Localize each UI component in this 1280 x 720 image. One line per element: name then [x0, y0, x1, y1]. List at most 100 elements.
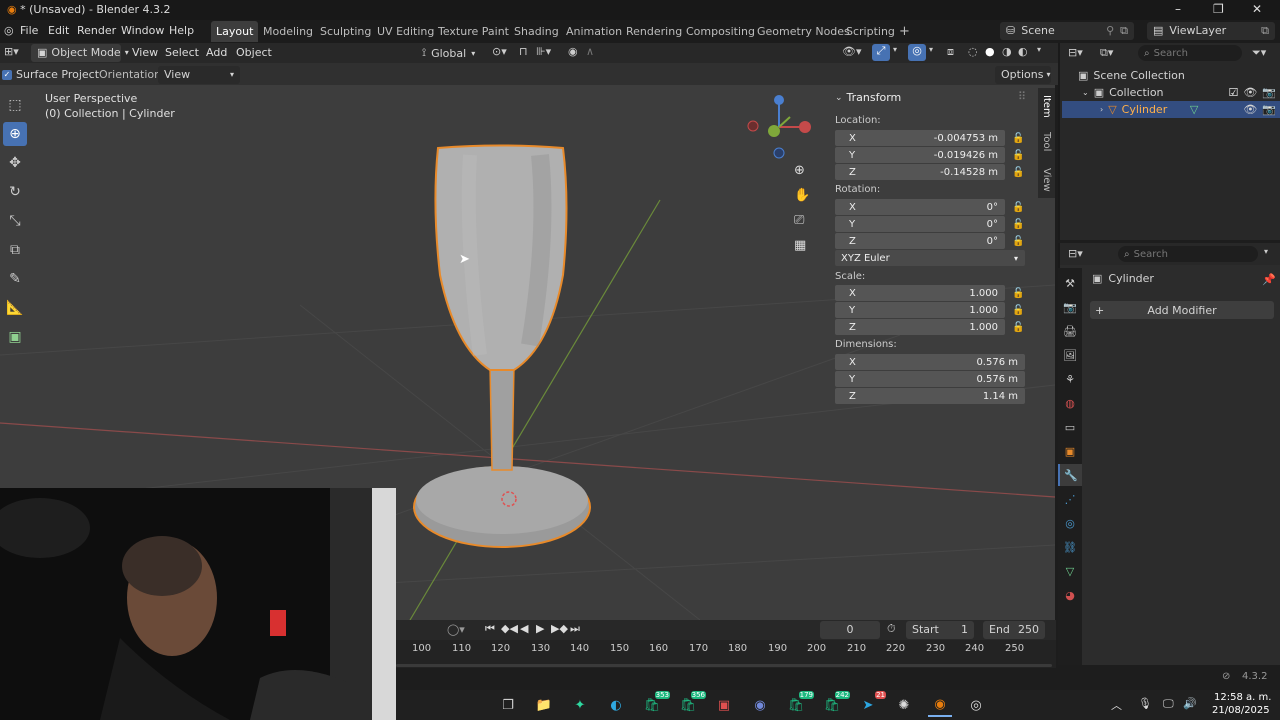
lock-icon[interactable]: 🔓 — [1012, 133, 1024, 144]
tree-item-cylinder[interactable]: › ▽ Cylinder ▽ 👁 📷 — [1062, 101, 1280, 118]
pin-icon[interactable]: 📌 — [1262, 273, 1276, 286]
properties-editor-icon[interactable]: ⊟▾ — [1068, 247, 1083, 260]
visibility-icon[interactable]: 👁▾ — [842, 45, 862, 58]
tab-compositing[interactable]: Compositing — [681, 21, 760, 42]
camera-icon[interactable]: 📷 — [1262, 103, 1280, 116]
chevron-up-icon[interactable]: ︿ — [1111, 697, 1122, 713]
falloff-icon[interactable]: ∧ — [586, 45, 594, 58]
maximize-button[interactable]: ❐ — [1213, 2, 1224, 16]
chevron-down-icon[interactable]: ▾ — [929, 45, 933, 54]
checkbox-checked-icon[interactable]: ☑ — [1228, 86, 1238, 99]
constraints-tab-icon[interactable]: ⛓ — [1058, 536, 1082, 558]
app-icon[interactable]: ◎ — [964, 693, 988, 717]
end-frame-field[interactable]: End 250 — [983, 621, 1045, 639]
tree-item-scene-collection[interactable]: ▣ Scene Collection — [1062, 67, 1280, 84]
scale-tool-icon[interactable]: ⤡ — [3, 209, 27, 233]
pan-hand-icon[interactable]: ✋ — [794, 188, 810, 203]
view-layer-tab-icon[interactable]: 🖼 — [1058, 344, 1082, 366]
tab-uv-editing[interactable]: UV Editing — [372, 21, 439, 42]
add-modifier-button[interactable]: + Add Modifier — [1090, 301, 1274, 319]
file-explorer-icon[interactable]: 📁 — [532, 693, 556, 717]
lock-icon[interactable]: 🔓 — [1012, 236, 1024, 247]
tab-animation[interactable]: Animation — [561, 21, 627, 42]
scene-tab-icon[interactable]: ⚘ — [1058, 368, 1082, 390]
menu-object[interactable]: Object — [236, 46, 272, 59]
store-icon[interactable]: 🛍 242 — [820, 691, 850, 717]
output-tab-icon[interactable]: 🖨 — [1058, 320, 1082, 342]
outliner-editor-icon[interactable]: ⊟▾ — [1068, 46, 1083, 59]
menu-view[interactable]: View — [132, 46, 158, 59]
tab-rendering[interactable]: Rendering — [621, 21, 687, 42]
microphone-icon[interactable]: 🎙 — [1138, 697, 1152, 710]
tab-shading[interactable]: Shading — [509, 21, 564, 42]
menu-select[interactable]: Select — [165, 46, 199, 59]
snap-target-icon[interactable]: ⊪▾ — [536, 45, 551, 58]
blender-taskbar-icon[interactable]: ◉ — [928, 693, 952, 717]
taskbar-date[interactable]: 21/08/2025 — [1212, 705, 1270, 716]
transform-panel-header[interactable]: ⌄ Transform — [835, 91, 901, 104]
rotation-mode-dropdown[interactable]: XYZ Euler ▾ — [835, 250, 1025, 266]
annotate-tool-icon[interactable]: ✎ — [3, 267, 27, 291]
tab-tool[interactable]: Tool — [1041, 132, 1052, 151]
app-icon[interactable]: ▣ — [712, 693, 736, 717]
eye-icon[interactable]: 👁 — [1243, 103, 1257, 116]
minimize-button[interactable]: – — [1175, 2, 1181, 16]
solid-shading-icon[interactable]: ● — [985, 45, 995, 58]
store-icon[interactable]: 🛍 356 — [676, 691, 706, 717]
scale-z-field[interactable]: Z 1.000 — [835, 319, 1005, 335]
tree-item-collection[interactable]: ⌄ ▣ Collection ☑ 👁 📷 — [1062, 84, 1280, 101]
scene-selector[interactable]: ⛁ Scene ⚲ ⧉ — [1000, 22, 1134, 40]
wireframe-shading-icon[interactable]: ◌ — [968, 45, 978, 58]
surface-project-checkbox[interactable]: ✓ Surface Project — [2, 68, 99, 81]
menu-add[interactable]: Add — [206, 46, 227, 59]
display-mode-icon[interactable]: ⧉▾ — [1100, 46, 1113, 60]
xray-icon[interactable]: ⧈ — [947, 45, 954, 59]
transform-tool-icon[interactable]: ⧉ — [3, 238, 27, 262]
lock-icon[interactable]: 🔓 — [1012, 150, 1024, 161]
chevron-down-icon[interactable]: ▾ — [893, 45, 897, 54]
add-workspace-button[interactable]: + — [894, 21, 915, 42]
display-icon[interactable]: 🖵 — [1163, 697, 1174, 711]
world-tab-icon[interactable]: ◍ — [1058, 392, 1082, 414]
particles-tab-icon[interactable]: ⋰ — [1058, 488, 1082, 510]
chevron-down-icon[interactable]: ▾ — [1264, 247, 1268, 256]
rotation-x-field[interactable]: X 0° — [835, 199, 1005, 215]
play-reverse-icon[interactable]: ◀ — [520, 622, 528, 635]
viewlayer-selector[interactable]: ▤ ViewLayer ⧉ — [1147, 22, 1275, 40]
lock-icon[interactable]: 🔓 — [1012, 202, 1024, 213]
keyframe-record-icon[interactable]: ◯▾ — [447, 623, 465, 636]
tab-view[interactable]: View — [1041, 168, 1052, 192]
dimensions-z-field[interactable]: Z 1.14 m — [835, 388, 1025, 404]
dimensions-x-field[interactable]: X 0.576 m — [835, 354, 1025, 370]
filter-icon[interactable]: ⏷▾ — [1252, 46, 1266, 60]
rotate-tool-icon[interactable]: ↻ — [3, 180, 27, 204]
snap-icon[interactable]: ⊓ — [519, 45, 528, 58]
chatgpt-icon[interactable]: ✺ — [892, 693, 916, 717]
tab-item[interactable]: Item — [1041, 95, 1052, 118]
rendered-shading-icon[interactable]: ◐ — [1018, 45, 1028, 58]
pivot-icon[interactable]: ⊙▾ — [492, 45, 507, 58]
modifier-tab-icon[interactable]: 🔧 — [1058, 464, 1082, 486]
prev-keyframe-icon[interactable]: ◆◀ — [501, 622, 518, 635]
lock-icon[interactable]: 🔓 — [1012, 322, 1024, 333]
eye-icon[interactable]: 👁 — [1243, 86, 1257, 99]
physics-tab-icon[interactable]: ◎ — [1058, 512, 1082, 534]
location-x-field[interactable]: X -0.004753 m — [835, 130, 1005, 146]
add-cube-tool-icon[interactable]: ▣ — [3, 325, 27, 349]
edge-browser-icon[interactable]: ◐ — [604, 693, 628, 717]
collection-tab-icon[interactable]: ▭ — [1058, 416, 1082, 438]
tab-scripting[interactable]: Scripting — [841, 21, 900, 42]
move-tool-icon[interactable]: ✥ — [3, 151, 27, 175]
proportional-edit-icon[interactable]: ◉ — [568, 45, 578, 58]
next-keyframe-icon[interactable]: ▶◆ — [551, 622, 568, 635]
measure-tool-icon[interactable]: 📐 — [3, 296, 27, 320]
menu-render[interactable]: Render — [77, 24, 116, 37]
telegram-icon[interactable]: ➤ 21 — [856, 691, 886, 717]
discord-icon[interactable]: ◉ — [748, 693, 772, 717]
selected-cylinder-object[interactable] — [413, 144, 591, 548]
render-tab-icon[interactable]: 📷 — [1058, 296, 1082, 318]
lock-icon[interactable]: 🔓 — [1012, 219, 1024, 230]
orientation-dropdown[interactable]: View ▾ — [158, 66, 240, 84]
close-button[interactable]: ✕ — [1252, 2, 1262, 16]
jump-start-icon[interactable]: ⏮ — [485, 622, 495, 636]
